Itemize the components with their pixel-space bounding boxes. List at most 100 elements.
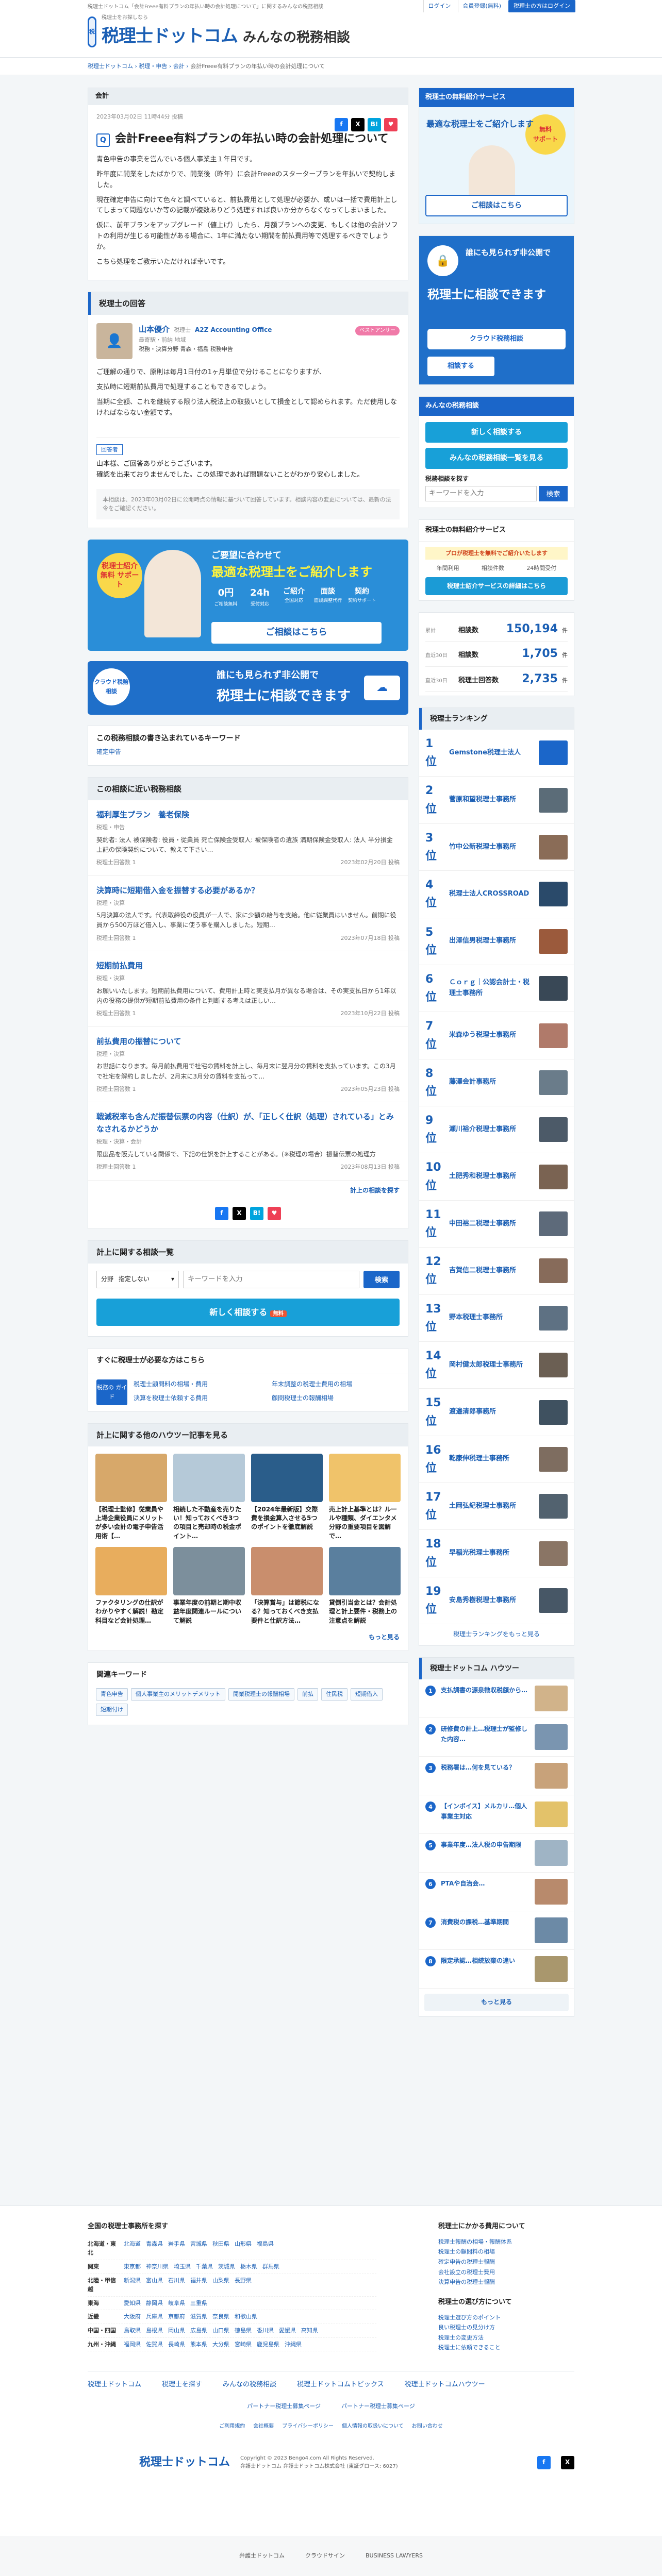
howto-article[interactable]: 【税理士監修】従業員や上場企業役員にメリットが多い会計の電子申告活用術【… [95, 1453, 167, 1541]
pref-link[interactable]: 大阪府 [124, 2312, 141, 2321]
free-support-banner[interactable]: 税理士紹介 無料 サポート ご要望に合わせて 最適な税理士をご紹介します 0円ご… [88, 539, 408, 651]
login-link[interactable]: ログイン [423, 0, 455, 12]
keyword-chip[interactable]: 個人事業主のメリットデメリット [131, 1688, 225, 1701]
facebook-icon[interactable]: f [215, 1206, 228, 1220]
pref-link[interactable]: 富山県 [146, 2276, 163, 2285]
keyword-chip[interactable]: 青色申告 [96, 1688, 128, 1701]
cloud-consult-banner[interactable]: クラウド税務相談 誰にも見られず非公開で 税理士に相談できます ☁ [88, 661, 408, 715]
pref-link[interactable]: 長崎県 [168, 2340, 185, 2349]
howto-article[interactable]: 【2024年最新版】交際費を損金算入させる5つのポイントを徹底解説 [251, 1453, 323, 1541]
side-howto-item[interactable]: 3 税務署は…何を見ている？ [419, 1757, 574, 1796]
ranking-item[interactable]: 3位 竹中公新税理士事務所 [419, 824, 574, 871]
pref-link[interactable]: 大分県 [212, 2340, 229, 2349]
footer-nav-link[interactable]: 税理士ドットコムトピックス [297, 2380, 384, 2390]
pref-link[interactable]: 群馬県 [262, 2262, 279, 2271]
ranking-office-name[interactable]: 渡邉清郎事務所 [449, 1407, 534, 1418]
footer-link[interactable]: 税理士の変更方法 [438, 2333, 572, 2343]
side-cloud-button[interactable]: 相談する [427, 357, 494, 377]
ranking-item[interactable]: 1位 Gemstone税理士法人 [419, 730, 574, 777]
side-howto-item[interactable]: 6 PTAや自治会… [419, 1873, 574, 1912]
field-select[interactable]: 分野 指定しない ▾ [96, 1270, 179, 1288]
pref-link[interactable]: 宮崎県 [235, 2340, 252, 2349]
footer-nav-link[interactable]: 税理士を探す [162, 2380, 202, 2390]
side-howto-item[interactable]: 2 研修費の計上…税理士が監修した内容… [419, 1718, 574, 1757]
side-search-input[interactable] [425, 485, 537, 501]
ranking-office-name[interactable]: 乾康伸税理士事務所 [449, 1454, 534, 1464]
pref-link[interactable]: 香川県 [257, 2326, 274, 2335]
site-logo[interactable]: 税 税理士をお探しなら 税理士ドットコム みんなの税務相談 [88, 13, 350, 50]
ranking-item[interactable]: 9位 瀬川裕介税理士事務所 [419, 1106, 574, 1154]
pref-link[interactable]: 山梨県 [212, 2276, 229, 2285]
side-new-consult-button[interactable]: 新しく相談する [425, 422, 568, 443]
side-search-button[interactable]: 検索 [539, 485, 568, 501]
search-button[interactable]: 検索 [363, 1270, 400, 1288]
pocket-icon[interactable]: ♥ [384, 118, 398, 131]
ranking-item[interactable]: 7位 米森ゆう税理士事務所 [419, 1012, 574, 1059]
answerer-office[interactable]: A2Z Accounting Office [195, 325, 272, 335]
keyword-chip[interactable]: 短期付け [96, 1704, 128, 1716]
ranking-item[interactable]: 11位 中田裕二税理士事務所 [419, 1201, 574, 1248]
pref-link[interactable]: 千葉県 [196, 2262, 213, 2271]
ranking-office-name[interactable]: 瀬川裕介税理士事務所 [449, 1124, 534, 1135]
side-howto-item[interactable]: 1 支払調書の源泉徴収税額から… [419, 1679, 574, 1719]
howto-article[interactable]: 貸倒引当金とは？会計処理と計上要件・税務上の注意点を解説 [329, 1547, 401, 1625]
howto-article[interactable]: ファクタリングの仕訳がわかりやすく解説！勘定科目など会計処理… [95, 1547, 167, 1625]
list-item[interactable]: 福利厚生プラン 養老保険 税理・申告 契約者: 法人 被保険者: 役員・従業員 … [88, 800, 408, 876]
pref-link[interactable]: 静岡県 [146, 2299, 163, 2308]
tax-login-button[interactable]: 税理士の方はログイン [508, 0, 575, 12]
list-item[interactable]: 短期前払費用 税理・決算 お願いいたします。短期前払費用について、費用計上時と実… [88, 951, 408, 1027]
side-service-card[interactable]: 税理士の無料紹介サービス 無料 サポート 最適な税理士をご紹介します ご相談はこち… [419, 88, 574, 225]
pref-link[interactable]: 広島県 [190, 2326, 207, 2335]
keyword-chip[interactable]: 開業税理士の報酬相場 [228, 1688, 294, 1701]
policy-link[interactable]: 会社概要 [253, 2422, 274, 2431]
keyword-chip[interactable]: 短期借入 [351, 1688, 383, 1701]
howto-article[interactable]: 売上計上基準とは？ルールや種類、ダイエンタメ分野の重要項目を図解で… [329, 1453, 401, 1541]
breadcrumb-accounting[interactable]: 会計 [173, 63, 185, 70]
side-howto-item[interactable]: 5 事業年度…法人税の申告期限 [419, 1834, 574, 1873]
ranking-office-name[interactable]: 米森ゆう税理士事務所 [449, 1030, 534, 1041]
urgent-link[interactable]: 顧問税理士の報酬相場 [272, 1393, 400, 1405]
policy-link[interactable]: ご利用規約 [219, 2422, 245, 2431]
policy-link[interactable]: お問い合わせ [412, 2422, 443, 2431]
breadcrumb-tax[interactable]: 税理・申告 [139, 63, 167, 70]
urgent-link[interactable]: 税理士顧問料の相場・費用 [134, 1379, 261, 1391]
related-item-title[interactable]: 福利厚生プラン 養老保険 [96, 809, 400, 821]
pref-link[interactable]: 神奈川県 [146, 2262, 169, 2271]
howto-article[interactable]: 事業年度の前期と期中収益年度関連ルールについて解説 [173, 1547, 245, 1625]
pref-link[interactable]: 島根県 [146, 2326, 163, 2335]
ranking-item[interactable]: 8位 藤澤会計事務所 [419, 1059, 574, 1107]
answerer-name[interactable]: 山本優介 [139, 323, 170, 335]
pref-link[interactable]: 沖縄県 [285, 2340, 302, 2349]
ranking-office-name[interactable]: 吉賀信二税理士事務所 [449, 1266, 534, 1276]
ranking-item[interactable]: 15位 渡邉清郎事務所 [419, 1389, 574, 1436]
pref-link[interactable]: 岩手県 [168, 2240, 185, 2249]
policy-link[interactable]: プライバシーポリシー [282, 2422, 334, 2431]
ranking-office-name[interactable]: 菅原和望税理士事務所 [449, 795, 534, 805]
ranking-item[interactable]: 18位 早稲光税理士事務所 [419, 1530, 574, 1577]
keyword-chip[interactable]: 前払 [297, 1688, 318, 1701]
pref-link[interactable]: 山口県 [212, 2326, 229, 2335]
pref-link[interactable]: 愛媛県 [279, 2326, 296, 2335]
urgent-link[interactable]: 年末調整の税理士費用の相場 [272, 1379, 400, 1391]
ranking-office-name[interactable]: Gemstone税理士法人 [449, 748, 534, 759]
ranking-office-name[interactable]: 税理士法人CROSSROAD [449, 889, 534, 900]
pref-link[interactable]: 長野県 [235, 2276, 252, 2285]
ranking-office-name[interactable]: 竹中公新税理士事務所 [449, 842, 534, 853]
list-item[interactable]: 前払費用の振替について 税理・決算 お世話になります。毎月前払費用で社宅の賃料を… [88, 1027, 408, 1103]
footer-nav-link[interactable]: 税理士ドットコム [88, 2380, 141, 2390]
footer-nav-link[interactable]: みんなの税務相談 [223, 2380, 276, 2390]
pref-link[interactable]: 岐阜県 [168, 2299, 185, 2308]
footer-link[interactable]: 税理士に依頼できること [438, 2343, 572, 2352]
pref-link[interactable]: 石川県 [168, 2276, 185, 2285]
side-howto-item[interactable]: 8 限定承認…相続放棄の違い [419, 1950, 574, 1989]
related-item-title[interactable]: 戦減税率も含んだ振替伝票の内容（仕訳）が、「正しく仕訳（処理）されている」とみな… [96, 1110, 400, 1135]
footer-nav-link[interactable]: 税理士ドットコムハウツー [405, 2380, 485, 2390]
urgent-link[interactable]: 決算を税理士依頼する費用 [134, 1393, 261, 1405]
ranking-item[interactable]: 6位 Ｃｏｒｇ｜公認会計士・税理士事務所 [419, 965, 574, 1013]
pref-link[interactable]: 奈良県 [212, 2312, 229, 2321]
footer-link[interactable]: 会社設立の税理士費用 [438, 2268, 572, 2277]
x-icon[interactable]: X [351, 118, 365, 131]
ranking-item[interactable]: 16位 乾康伸税理士事務所 [419, 1436, 574, 1484]
partner-link[interactable]: パートナー税理士募集ページ [247, 2402, 321, 2411]
pocket-icon[interactable]: ♥ [268, 1206, 281, 1220]
